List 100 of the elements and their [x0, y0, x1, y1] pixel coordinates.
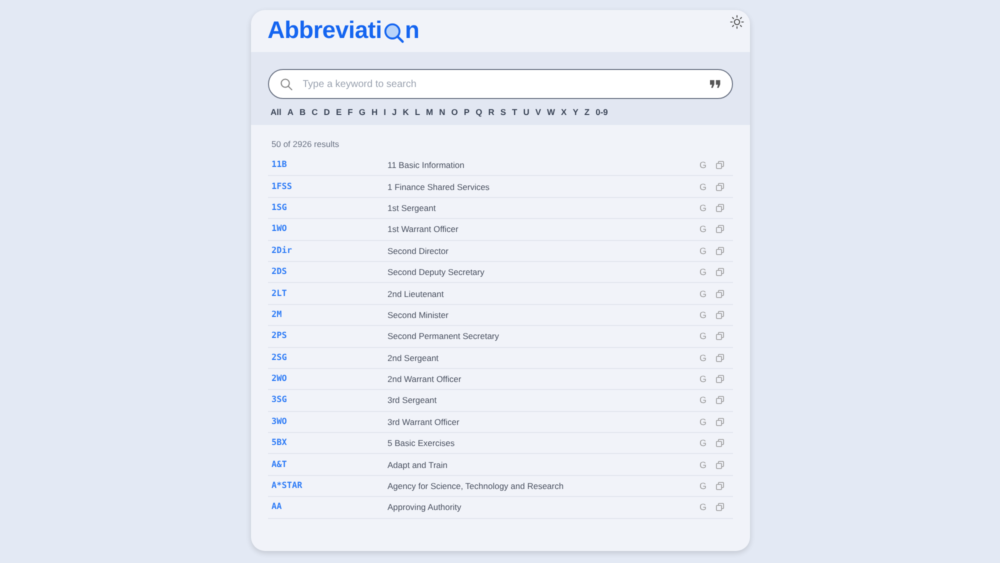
meaning-text: 3rd Warrant Officer [388, 416, 460, 428]
copy-icon[interactable] [716, 396, 724, 404]
search-field[interactable]: Type a keyword to search [268, 69, 732, 99]
abbreviation-link[interactable]: 2DS [272, 266, 388, 278]
google-search-link[interactable]: G [699, 180, 706, 193]
meaning-text: 2nd Sergeant [388, 352, 440, 364]
letter-filter[interactable]: R [487, 107, 496, 117]
letter-filter[interactable]: P [462, 107, 471, 117]
google-search-link[interactable]: G [699, 480, 706, 492]
abbreviation-link[interactable]: A*STAR [272, 480, 388, 492]
letter-filter[interactable]: C [310, 107, 319, 117]
copy-icon[interactable] [716, 375, 724, 384]
letter-filter[interactable]: Z [583, 107, 591, 117]
letter-filter[interactable]: U [522, 107, 530, 117]
meaning-text: Agency for Science, Technology and Research [388, 480, 565, 492]
meaning-text: 2nd Lieutenant [388, 288, 445, 300]
copy-icon[interactable] [716, 204, 724, 212]
sun-icon[interactable] [730, 15, 744, 29]
letter-filter[interactable]: V [534, 107, 542, 117]
google-search-link[interactable]: G [699, 352, 706, 364]
letter-filter[interactable]: A [286, 107, 295, 117]
letter-filter[interactable]: K [402, 107, 410, 117]
google-search-link[interactable]: G [699, 223, 706, 236]
copy-icon[interactable] [716, 182, 724, 191]
letter-filter[interactable]: O [450, 107, 459, 117]
letter-filter[interactable]: W [546, 107, 556, 117]
abbreviation-link[interactable]: 2M [272, 308, 388, 321]
letter-filter[interactable]: J [390, 107, 398, 117]
copy-icon[interactable] [716, 418, 724, 426]
letter-filter[interactable]: T [511, 107, 518, 117]
meaning-text: Second Director [388, 244, 450, 257]
google-search-link[interactable]: G [699, 458, 706, 471]
quote-icon[interactable] [710, 80, 720, 88]
abbreviation-link[interactable]: 2PS [272, 330, 388, 342]
abbreviation-link[interactable]: A&T [272, 458, 388, 471]
letter-filter[interactable]: H [370, 107, 379, 117]
meaning-text: Second Deputy Secretary [388, 266, 486, 278]
abbreviation-link[interactable]: 2Dir [272, 244, 388, 257]
meaning-text: 3rd Sergeant [388, 394, 438, 406]
google-search-link[interactable]: G [699, 308, 706, 321]
google-search-link[interactable]: G [699, 202, 706, 214]
google-search-link[interactable]: G [699, 373, 706, 386]
letter-filter[interactable]: All [270, 107, 282, 117]
abbreviation-link[interactable]: 2SG [272, 352, 388, 364]
abbreviation-link[interactable]: 5BX [272, 437, 388, 450]
copy-icon[interactable] [716, 290, 724, 298]
meaning-text: 1 Finance Shared Services [388, 180, 491, 193]
copy-icon[interactable] [716, 268, 724, 276]
meaning-text: 1st Sergeant [388, 202, 437, 214]
meaning-text: 2nd Warrant Officer [388, 373, 462, 386]
copy-icon[interactable] [716, 332, 724, 340]
google-search-link[interactable]: G [699, 501, 706, 514]
letter-filter[interactable]: M [425, 107, 434, 117]
letter-filter[interactable]: X [560, 107, 568, 117]
abbreviation-link[interactable]: 3WO [272, 416, 388, 428]
google-search-link[interactable]: G [699, 266, 706, 278]
google-search-link[interactable]: G [699, 159, 706, 172]
abbreviation-link[interactable]: AA [272, 501, 388, 514]
copy-icon[interactable] [716, 460, 724, 469]
copy-icon[interactable] [716, 482, 724, 490]
copy-icon[interactable] [716, 439, 724, 448]
abbreviation-link[interactable]: 11B [272, 159, 388, 172]
google-search-link[interactable]: G [699, 437, 706, 450]
meaning-text: 11 Basic Information [388, 159, 466, 172]
letter-filter[interactable]: G [358, 107, 366, 117]
abbreviation-link[interactable]: 3SG [272, 394, 388, 406]
letter-filter[interactable]: S [499, 107, 507, 117]
letter-filter[interactable]: F [346, 107, 354, 117]
copy-icon[interactable] [716, 310, 724, 319]
meaning-text: 1st Warrant Officer [388, 223, 460, 236]
meaning-text: 5 Basic Exercises [388, 437, 456, 450]
copy-icon[interactable] [716, 161, 724, 170]
letter-filter[interactable]: N [438, 107, 446, 117]
google-search-link[interactable]: G [699, 244, 706, 257]
copy-icon[interactable] [716, 503, 724, 512]
abbreviation-link[interactable]: 1SG [272, 202, 388, 214]
letter-filter[interactable]: 0-9 [594, 107, 609, 117]
abbreviation-link[interactable]: 2LT [272, 288, 388, 300]
logo-text: Abbreviati [268, 17, 382, 45]
letter-filter[interactable]: Q [474, 107, 484, 117]
letter-filter[interactable]: L [414, 107, 422, 117]
google-search-link[interactable]: G [699, 330, 706, 342]
meaning-text: Second Minister [388, 308, 450, 321]
copy-icon[interactable] [716, 225, 724, 234]
google-search-link[interactable]: G [699, 416, 706, 428]
logo-text: n [404, 17, 420, 45]
google-search-link[interactable]: G [699, 288, 706, 300]
copy-icon[interactable] [716, 354, 724, 362]
meaning-text: Adapt and Train [388, 458, 449, 471]
letter-filter[interactable]: B [298, 107, 307, 117]
google-search-link[interactable]: G [699, 394, 706, 406]
letter-filter[interactable]: Y [572, 107, 580, 117]
abbreviation-link[interactable]: 2WO [272, 373, 388, 386]
letter-filter[interactable]: D [322, 107, 331, 117]
letter-filter[interactable]: E [334, 107, 343, 117]
copy-icon[interactable] [716, 246, 724, 255]
letter-filter[interactable]: I [382, 107, 387, 117]
abbreviation-link[interactable]: 1FSS [272, 180, 388, 193]
abbreviation-link[interactable]: 1WO [272, 223, 388, 236]
magnifier-icon [382, 22, 405, 44]
